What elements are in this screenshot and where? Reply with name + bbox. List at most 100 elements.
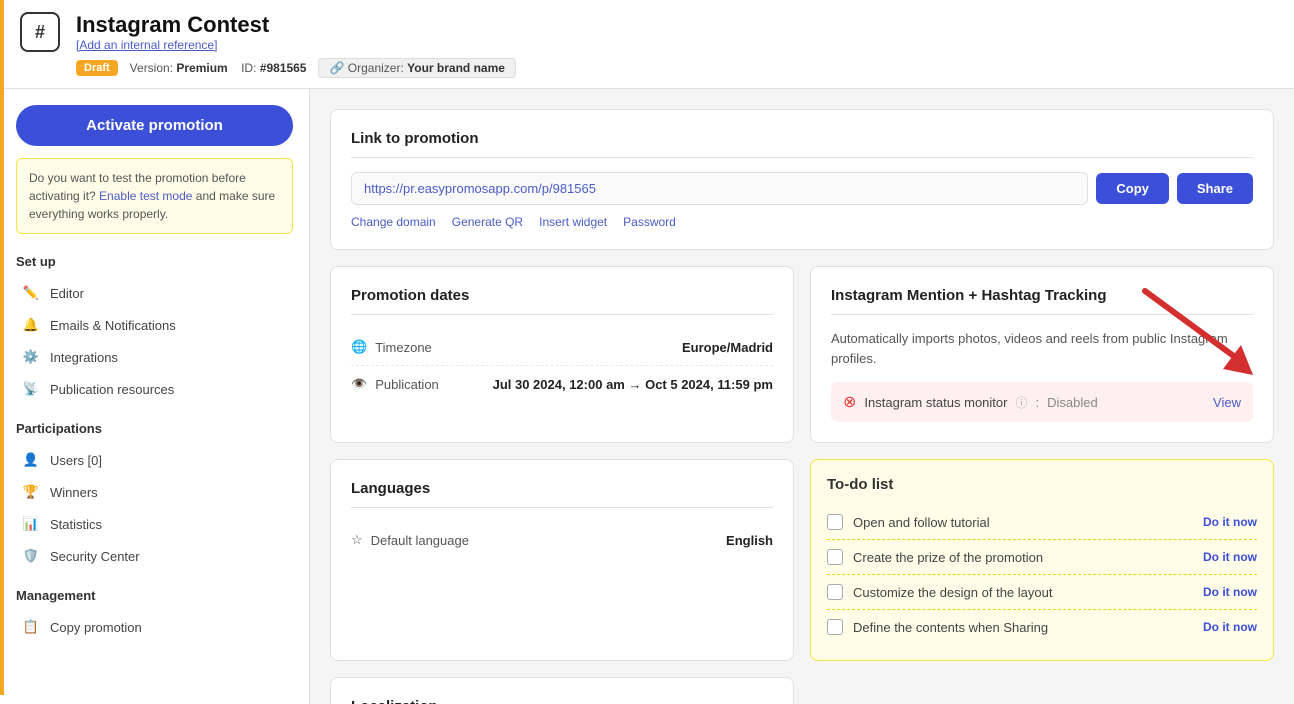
todo-item-contents: Define the contents when Sharing Do it n… [827, 610, 1257, 644]
bar-chart-icon: 📊 [22, 515, 40, 533]
status-left: ⊗ Instagram status monitor ⓘ : Disabled [843, 392, 1098, 412]
todo-item-label: Customize the design of the layout [853, 585, 1052, 600]
copy-icon: 📋 [22, 618, 40, 636]
todo-item-prize: Create the prize of the promotion Do it … [827, 540, 1257, 575]
todo-item-label: Create the prize of the promotion [853, 550, 1043, 565]
promotion-url: https://pr.easypromosapp.com/p/981565 [351, 172, 1088, 205]
star-icon: ☆ [351, 532, 363, 548]
insert-widget-link[interactable]: Insert widget [539, 215, 607, 229]
todo-checkbox-prize[interactable] [827, 549, 843, 565]
status-badge: Draft [76, 60, 118, 76]
status-row: ⊗ Instagram status monitor ⓘ : Disabled … [831, 382, 1253, 422]
sidebar-item-publication[interactable]: 📡 Publication resources [16, 373, 293, 405]
header-info: Instagram Contest [Add an internal refer… [76, 12, 1274, 78]
generate-qr-link[interactable]: Generate QR [452, 215, 523, 229]
publication-value: Jul 30 2024, 12:00 am → Oct 5 2024, 11:5… [493, 377, 773, 392]
shield-icon: 🛡️ [22, 547, 40, 565]
share-button[interactable]: Share [1177, 173, 1253, 204]
todo-checkbox-design[interactable] [827, 584, 843, 600]
sidebar-item-editor[interactable]: ✏️ Editor [16, 277, 293, 309]
languages-title: Languages [351, 480, 773, 508]
todo-item-left: Create the prize of the promotion [827, 549, 1043, 565]
todo-checkbox-contents[interactable] [827, 619, 843, 635]
localization-card: Localization 🗺️ Countries of the promoti… [330, 677, 794, 704]
do-it-now-prize[interactable]: Do it now [1203, 550, 1257, 564]
todo-title: To-do list [827, 476, 1257, 493]
timezone-row: 🌐 Timezone Europe/Madrid [351, 329, 773, 366]
sidebar-item-winners[interactable]: 🏆 Winners [16, 476, 293, 508]
management-section-title: Management [16, 588, 293, 603]
link-to-promotion-card: Link to promotion https://pr.easypromosa… [330, 109, 1274, 250]
status-monitor-label: Instagram status monitor [864, 395, 1007, 410]
info-icon[interactable]: ⓘ [1015, 394, 1027, 411]
sidebar-item-users[interactable]: 👤 Users [0] [16, 444, 293, 476]
activate-promotion-button[interactable]: Activate promotion [16, 105, 293, 146]
sidebar-item-security[interactable]: 🛡️ Security Center [16, 540, 293, 572]
accent-border [0, 0, 4, 695]
status-disabled-text: Disabled [1047, 395, 1098, 410]
sidebar-item-label: Copy promotion [50, 620, 142, 635]
sidebar-item-label: Security Center [50, 549, 140, 564]
sidebar-item-label: Publication resources [50, 382, 174, 397]
default-language-row: ☆ Default language English [351, 522, 773, 558]
internal-reference-link[interactable]: [Add an internal reference] [76, 38, 1274, 52]
instagram-title: Instagram Mention + Hashtag Tracking [831, 287, 1253, 315]
sidebar-item-copy[interactable]: 📋 Copy promotion [16, 611, 293, 643]
sidebar-item-emails[interactable]: 🔔 Emails & Notifications [16, 309, 293, 341]
todo-item-tutorial: Open and follow tutorial Do it now [827, 505, 1257, 540]
bell-icon: 🔔 [22, 316, 40, 334]
trophy-icon: 🏆 [22, 483, 40, 501]
do-it-now-contents[interactable]: Do it now [1203, 620, 1257, 634]
layers-icon: ⚙️ [22, 348, 40, 366]
header-meta: Draft Version: Premium ID: #981565 🔗 Org… [76, 58, 1274, 78]
page-title: Instagram Contest [76, 12, 1274, 38]
todo-item-left: Open and follow tutorial [827, 514, 990, 530]
view-link[interactable]: View [1213, 395, 1241, 410]
languages-card: Languages ☆ Default language English [330, 459, 794, 661]
test-mode-box: Do you want to test the promotion before… [16, 158, 293, 234]
default-lang-value: English [726, 533, 773, 548]
content-grid: Promotion dates 🌐 Timezone Europe/Madrid… [330, 266, 1274, 704]
timezone-value: Europe/Madrid [682, 340, 773, 355]
todo-item-label: Open and follow tutorial [853, 515, 990, 530]
do-it-now-design[interactable]: Do it now [1203, 585, 1257, 599]
copy-button[interactable]: Copy [1096, 173, 1169, 204]
instagram-desc: Automatically imports photos, videos and… [831, 329, 1253, 368]
link-actions: Change domain Generate QR Insert widget … [351, 215, 1253, 229]
eye-icon: 👁️ [351, 376, 367, 392]
localization-title: Localization [351, 698, 773, 704]
sidebar-item-integrations[interactable]: ⚙️ Integrations [16, 341, 293, 373]
todo-item-left: Customize the design of the layout [827, 584, 1052, 600]
sidebar-item-statistics[interactable]: 📊 Statistics [16, 508, 293, 540]
sidebar-item-label: Editor [50, 286, 84, 301]
sidebar-item-label: Statistics [50, 517, 102, 532]
password-link[interactable]: Password [623, 215, 676, 229]
instagram-card: Instagram Mention + Hashtag Tracking Aut… [810, 266, 1274, 443]
publication-row: 👁️ Publication Jul 30 2024, 12:00 am → O… [351, 366, 773, 402]
sidebar: Activate promotion Do you want to test t… [0, 89, 310, 704]
main-layout: Activate promotion Do you want to test t… [0, 89, 1294, 704]
todo-card: To-do list Open and follow tutorial Do i… [810, 459, 1274, 661]
participations-section-title: Participations [16, 421, 293, 436]
setup-section-title: Set up [16, 254, 293, 269]
sidebar-item-label: Integrations [50, 350, 118, 365]
link-card-title: Link to promotion [351, 130, 1253, 158]
page-header: # Instagram Contest [Add an internal ref… [0, 0, 1294, 89]
organizer-info: 🔗 Organizer: Your brand name [318, 58, 515, 78]
enable-test-mode-link[interactable]: Enable test mode [99, 189, 192, 203]
todo-item-design: Customize the design of the layout Do it… [827, 575, 1257, 610]
link-row: https://pr.easypromosapp.com/p/981565 Co… [351, 172, 1253, 205]
change-domain-link[interactable]: Change domain [351, 215, 436, 229]
content-area: Link to promotion https://pr.easypromosa… [310, 89, 1294, 704]
todo-checkbox-tutorial[interactable] [827, 514, 843, 530]
wifi-icon: 📡 [22, 380, 40, 398]
globe-icon: 🌐 [351, 339, 367, 355]
version-info: Version: Premium ID: #981565 [130, 61, 307, 75]
pencil-icon: ✏️ [22, 284, 40, 302]
timezone-label: 🌐 Timezone [351, 339, 432, 355]
publication-label: 👁️ Publication [351, 376, 439, 392]
do-it-now-tutorial[interactable]: Do it now [1203, 515, 1257, 529]
sidebar-item-label: Winners [50, 485, 98, 500]
person-icon: 👤 [22, 451, 40, 469]
app-logo: # [20, 12, 60, 52]
